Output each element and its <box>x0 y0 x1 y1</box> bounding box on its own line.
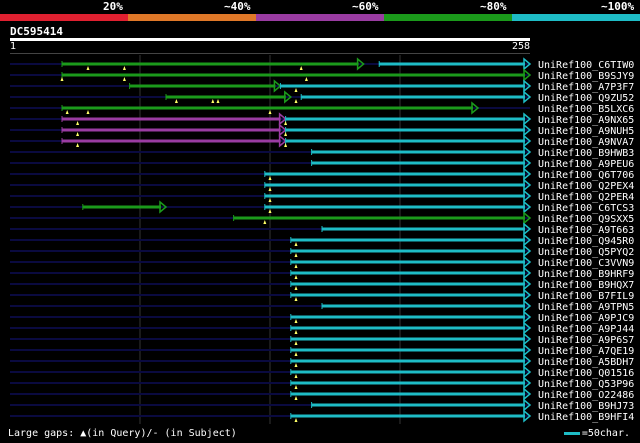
hit-label[interactable]: UniRef100_A9PJ44 <box>538 324 634 335</box>
scale-legend: =50char. <box>563 428 630 439</box>
query-gap-icon <box>294 99 298 103</box>
query-gap-icon <box>294 330 298 334</box>
query-gap-icon <box>86 110 90 114</box>
hit-label[interactable]: UniRef100_O22486 <box>538 390 634 401</box>
hit-label[interactable]: UniRef100_B7FIL9 <box>538 291 634 302</box>
hit-label[interactable]: UniRef100_A7QE19 <box>538 346 634 357</box>
query-gap-icon <box>60 77 64 81</box>
query-gap-icon <box>268 198 272 202</box>
hit-label[interactable]: UniRef100_Q01516 <box>538 368 634 379</box>
query-gap-icon <box>294 319 298 323</box>
query-gap-icon <box>263 220 267 224</box>
query-gap-icon <box>294 253 298 257</box>
hit-label[interactable]: UniRef100_B9HWB3 <box>538 148 634 159</box>
hit-label[interactable]: UniRef100_Q9SXX5 <box>538 214 634 225</box>
hit-label[interactable]: UniRef100_B9SJY9 <box>538 71 634 82</box>
query-gap-icon <box>76 132 80 136</box>
query-gap-icon <box>294 275 298 279</box>
query-gap-icon <box>284 132 288 136</box>
hit-label[interactable]: UniRef100_B9HQX7 <box>538 280 634 291</box>
query-gap-icon <box>211 99 215 103</box>
hit-label[interactable]: UniRef100_C3VVN9 <box>538 258 634 269</box>
query-gap-icon <box>268 187 272 191</box>
query-gap-icon <box>216 99 220 103</box>
query-gap-icon <box>294 396 298 400</box>
query-gap-icon <box>76 143 80 147</box>
hit-label[interactable]: UniRef100_Q9ZU52 <box>538 93 634 104</box>
query-gap-icon <box>86 66 90 70</box>
hit-label[interactable]: UniRef100_C6TCS3 <box>538 203 634 214</box>
hit-label[interactable]: UniRef100_C6TIW0 <box>538 60 634 71</box>
hit-label[interactable]: UniRef100_Q2PER4 <box>538 192 634 203</box>
alignment-plot: UniRef100_C6TIW0UniRef100_B9SJY9UniRef10… <box>10 55 634 424</box>
query-gap-icon <box>294 418 298 422</box>
query-gap-icon <box>294 242 298 246</box>
hit-label[interactable]: UniRef100_Q945R0 <box>538 236 634 247</box>
hit-label[interactable]: UniRef100_A9PJC9 <box>538 313 634 324</box>
query-gap-icon <box>294 264 298 268</box>
hit-label[interactable]: UniRef100_A9NVA7 <box>538 137 634 148</box>
hit-label[interactable]: UniRef100_B5LXC6 <box>538 104 634 115</box>
query-gap-icon <box>294 363 298 367</box>
query-gap-icon <box>65 110 69 114</box>
hit-label[interactable]: UniRef100_B9HJ73 <box>538 401 634 412</box>
query-gap-icon <box>76 121 80 125</box>
hit-label[interactable]: UniRef100_B9HRF9 <box>538 269 634 280</box>
hit-label[interactable]: UniRef100_Q2PEX4 <box>538 181 634 192</box>
scale-bar-icon <box>563 431 580 435</box>
hit-label[interactable]: UniRef100_A9TPN5 <box>538 302 634 313</box>
query-gap-icon <box>122 77 126 81</box>
query-gap-icon <box>268 209 272 213</box>
query-gap-icon <box>284 143 288 147</box>
hit-label[interactable]: UniRef100_B9HFI4 <box>538 412 634 423</box>
query-gap-icon <box>268 110 272 114</box>
query-gap-icon <box>294 374 298 378</box>
hit-label[interactable]: UniRef100_Q6T706 <box>538 170 634 181</box>
hit-label[interactable]: UniRef100_A9P6S7 <box>538 335 634 346</box>
query-gap-icon <box>294 88 298 92</box>
hit-label[interactable]: UniRef100_A5BDH7 <box>538 357 634 368</box>
query-gap-icon <box>294 341 298 345</box>
query-gap-icon <box>294 286 298 290</box>
hit-label[interactable]: UniRef100_A9NX65 <box>538 115 634 126</box>
hit-label[interactable]: UniRef100_Q53P96 <box>538 379 634 390</box>
query-gap-icon <box>122 66 126 70</box>
hit-label[interactable]: UniRef100_Q5PYQ2 <box>538 247 634 258</box>
hit-label[interactable]: UniRef100_A9T663 <box>538 225 634 236</box>
scale-label: =50char. <box>581 428 630 439</box>
gaps-legend: Large gaps: ▲(in Query)/- (in Subject) <box>8 428 237 439</box>
query-gap-icon <box>294 352 298 356</box>
query-gap-icon <box>284 121 288 125</box>
hit-label[interactable]: UniRef100_A9PEU6 <box>538 159 634 170</box>
hit-label[interactable]: UniRef100_A7P3F7 <box>538 82 634 93</box>
query-gap-icon <box>294 385 298 389</box>
hit-label[interactable]: UniRef100_A9NUH5 <box>538 126 634 137</box>
query-gap-icon <box>294 297 298 301</box>
query-gap-icon <box>174 99 178 103</box>
query-gap-icon <box>268 176 272 180</box>
query-gap-icon <box>299 66 303 70</box>
query-gap-icon <box>304 77 308 81</box>
